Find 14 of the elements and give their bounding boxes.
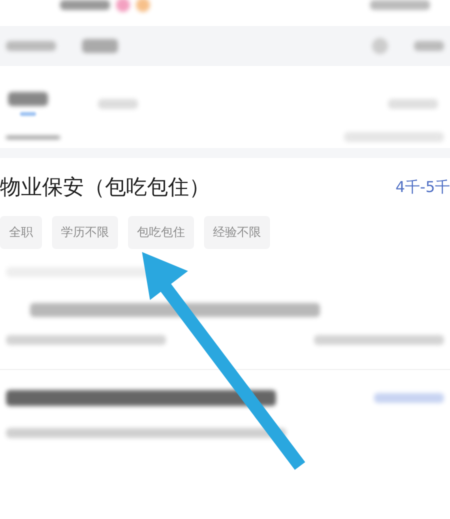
job-tag: 学历不限 <box>52 216 118 249</box>
blurred-icon <box>116 0 130 12</box>
job-tag: 全职 <box>0 216 42 249</box>
blurred-text <box>388 99 438 109</box>
blurred-text <box>60 0 110 10</box>
job-title: 物业保安（包吃包住） <box>0 174 210 201</box>
blurred-text <box>370 0 430 10</box>
blurred-tab[interactable] <box>8 92 48 116</box>
job-tag: 经验不限 <box>204 216 270 249</box>
salary: 4千-5千 <box>396 178 450 196</box>
blurred-text <box>374 393 444 403</box>
job-tag: 包吃包住 <box>128 216 194 249</box>
job-card[interactable]: 物业保安（包吃包住） 4千-5千 全职 学历不限 包吃包住 经验不限 <box>0 158 450 345</box>
blurred-icon <box>136 0 150 12</box>
